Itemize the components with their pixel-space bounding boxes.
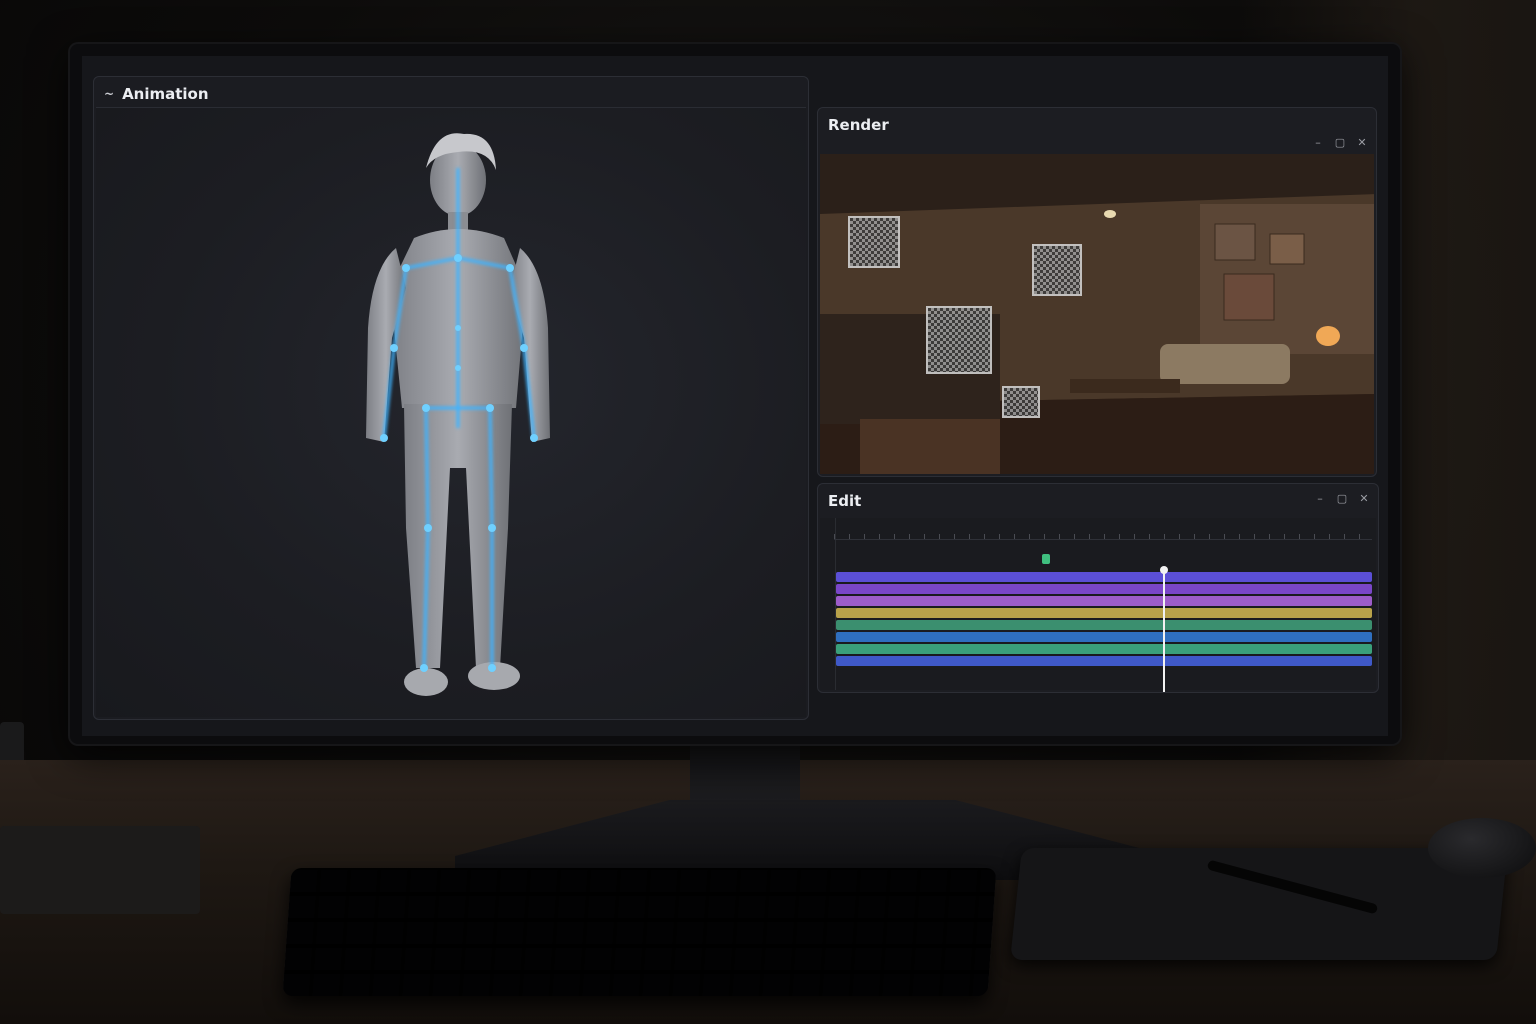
timeline-marker[interactable]	[1042, 554, 1050, 564]
edit-window[interactable]: Edit – ▢ ✕	[817, 483, 1379, 693]
monitor-stand-neck	[690, 740, 800, 810]
render-window[interactable]: Render – ▢ ✕	[817, 107, 1377, 477]
mouse	[1428, 818, 1536, 878]
track-headers	[820, 518, 836, 690]
rendered-room-scene	[820, 154, 1374, 474]
keyboard	[282, 868, 997, 996]
render-noise-tile	[1032, 244, 1082, 296]
minimize-icon[interactable]: –	[1312, 136, 1324, 149]
maximize-icon[interactable]: ▢	[1334, 136, 1346, 149]
edit-window-controls: – ▢ ✕	[1314, 492, 1370, 505]
close-icon[interactable]: ✕	[1358, 492, 1370, 505]
rigged-character[interactable]	[96, 108, 808, 720]
render-title: Render	[828, 116, 889, 134]
timeline-clip[interactable]	[836, 644, 1372, 654]
render-noise-tile	[926, 306, 992, 374]
desk-scene: ~ Animation – ▢ ✕	[0, 0, 1536, 1024]
timeline-clip[interactable]	[836, 608, 1372, 618]
timeline-clip[interactable]	[836, 656, 1372, 666]
render-titlebar[interactable]: Render	[818, 108, 1376, 142]
animation-titlebar[interactable]: ~ Animation	[94, 77, 808, 111]
timeline-clip[interactable]	[836, 596, 1372, 606]
animation-window[interactable]: ~ Animation – ▢ ✕	[93, 76, 809, 720]
render-window-controls: – ▢ ✕	[1312, 136, 1368, 149]
render-noise-tile	[1002, 386, 1040, 418]
timeline-clip[interactable]	[836, 632, 1372, 642]
books	[0, 826, 200, 914]
maximize-icon[interactable]: ▢	[1336, 492, 1348, 505]
minimize-icon[interactable]: –	[1314, 492, 1326, 505]
edit-titlebar[interactable]: Edit	[818, 484, 1378, 518]
timeline-clip[interactable]	[836, 620, 1372, 630]
edit-title: Edit	[828, 492, 862, 510]
menu-dash-icon[interactable]: ~	[104, 87, 114, 101]
timeline-clip[interactable]	[836, 572, 1372, 582]
timeline-clip[interactable]	[836, 584, 1372, 594]
animation-viewport[interactable]	[96, 107, 806, 717]
animation-title: Animation	[122, 85, 209, 103]
playhead[interactable]	[1163, 568, 1165, 692]
render-preview[interactable]	[820, 154, 1374, 474]
timeline[interactable]	[820, 518, 1376, 692]
close-icon[interactable]: ✕	[1356, 136, 1368, 149]
render-noise-tile	[848, 216, 900, 268]
timeline-ruler[interactable]	[834, 522, 1372, 540]
drawing-tablet	[1010, 848, 1508, 960]
